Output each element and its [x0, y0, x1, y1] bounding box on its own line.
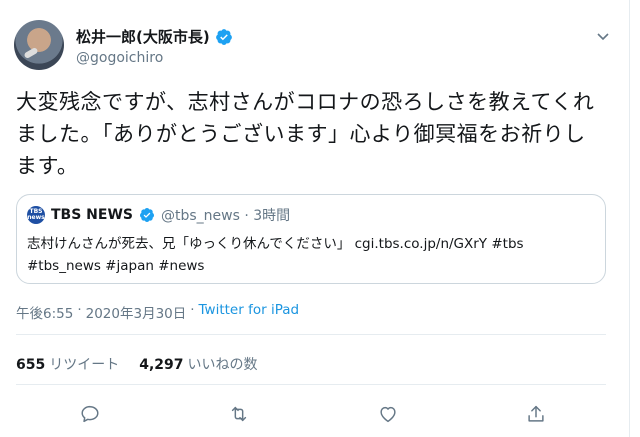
user-handle[interactable]: @gogoichiro: [76, 50, 163, 66]
tweet-text: 大変残念ですが、志村さんがコロナの恐ろしさを教えてくれました。「ありがとうござい…: [16, 90, 595, 178]
divider: [16, 384, 606, 385]
tweet-source-link[interactable]: Twitter for iPad: [199, 302, 300, 322]
like-icon[interactable]: [377, 403, 399, 425]
quoted-display-name: TBS NEWS: [51, 207, 133, 223]
divider: [16, 334, 606, 335]
likes-count[interactable]: 4,297: [139, 357, 183, 373]
display-name[interactable]: 松井一郎(大阪市長): [76, 26, 210, 47]
reply-icon[interactable]: [79, 403, 101, 425]
meta-separator: ·: [190, 302, 195, 318]
retweet-icon[interactable]: [228, 403, 250, 425]
meta-separator: ·: [77, 302, 82, 318]
verified-badge-icon: [215, 28, 233, 46]
quoted-handle-time: @tbs_news · 3時間: [160, 208, 291, 224]
quoted-text-line2: #tbs_news #japan #news: [27, 258, 205, 274]
retweets-label[interactable]: リツイート: [49, 354, 119, 374]
likes-label[interactable]: いいねの数: [188, 354, 258, 374]
user-name-row[interactable]: 松井一郎(大阪市長): [76, 26, 233, 47]
tweet-date[interactable]: 2020年3月30日: [86, 302, 187, 322]
tweet-actions: [0, 403, 630, 425]
share-icon[interactable]: [525, 403, 547, 425]
tbs-logo-icon: TBS news: [27, 206, 45, 224]
retweets-count[interactable]: 655: [16, 357, 45, 373]
quoted-tweet-header: TBS news TBS NEWS @tbs_news · 3時間: [27, 205, 290, 225]
tweet-time[interactable]: 午後6:55: [16, 302, 73, 322]
tweet-stats: 655 リツイート 4,297 いいねの数: [16, 354, 274, 374]
tweet-meta: 午後6:55 · 2020年3月30日 · Twitter for iPad: [16, 302, 299, 322]
quoted-tweet-text: 志村けんさんが死去、兄「ゆっくり休んでください」 cgi.tbs.co.jp/n…: [27, 233, 597, 277]
quoted-text-line1: 志村けんさんが死去、兄「ゆっくり休んでください」 cgi.tbs.co.jp/n…: [27, 236, 524, 252]
quoted-tweet[interactable]: TBS news TBS NEWS @tbs_news · 3時間 志村けんさんが…: [16, 194, 606, 284]
chevron-down-icon[interactable]: [596, 28, 610, 47]
avatar[interactable]: [14, 20, 64, 70]
verified-badge-icon: [139, 207, 155, 223]
right-border: [629, 0, 630, 437]
